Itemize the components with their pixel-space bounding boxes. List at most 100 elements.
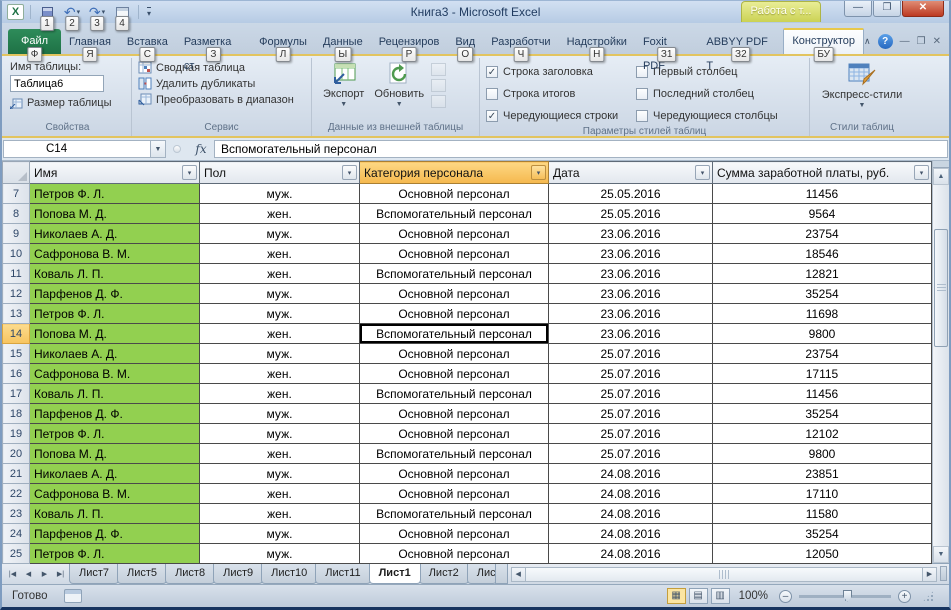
cell-name[interactable]: Попова М. Д.: [29, 443, 200, 464]
tab-Разработчи[interactable]: Разработчи Ч: [483, 30, 558, 62]
cell-sum[interactable]: 9564: [712, 203, 932, 224]
horizontal-scrollbar[interactable]: ◀ ▶: [510, 566, 937, 582]
insert-function-icon[interactable]: fx: [188, 142, 214, 156]
tab-Надстройки[interactable]: Надстройки Н: [559, 30, 635, 62]
cell-date[interactable]: 25.07.2016: [548, 383, 713, 404]
cell-gender[interactable]: жен.: [199, 363, 360, 384]
cell-category[interactable]: Вспомогательный персонал: [359, 443, 549, 464]
tab-Вид[interactable]: Вид О: [447, 30, 483, 62]
row-header-7[interactable]: 7: [2, 183, 30, 204]
cell-date[interactable]: 25.05.2016: [548, 183, 713, 204]
cell-category[interactable]: Основной персонал: [359, 223, 549, 244]
checkbox-Чередующиеся столбцы[interactable]: Чередующиеся столбцы: [636, 107, 801, 124]
row-header-21[interactable]: 21: [2, 463, 30, 484]
cell-category[interactable]: Вспомогательный персонал: [359, 203, 549, 224]
convert-to-range-button[interactable]: Преобразовать в диапазон: [138, 93, 305, 106]
tab-Файл[interactable]: Файл Ф: [8, 29, 62, 62]
cell-date[interactable]: 23.06.2016: [548, 243, 713, 264]
sheet-tab-Лист[interactable]: Лист: [466, 564, 497, 584]
tab-Формулы[interactable]: Формулы Л: [251, 30, 315, 62]
previous-sheet-icon[interactable]: ◀: [21, 567, 36, 582]
cell-gender[interactable]: жен.: [199, 383, 360, 404]
cell-gender[interactable]: муж.: [199, 543, 360, 564]
formula-input[interactable]: Вспомогательный персонал: [214, 140, 948, 158]
row-header-12[interactable]: 12: [2, 283, 30, 304]
row-header-18[interactable]: 18: [2, 403, 30, 424]
cell-date[interactable]: 25.05.2016: [548, 203, 713, 224]
last-sheet-icon[interactable]: ▶|: [53, 567, 68, 582]
row-header-9[interactable]: 9: [2, 223, 30, 244]
minimize-button[interactable]: —: [844, 1, 872, 17]
collapse-ribbon-icon[interactable]: ∧: [864, 36, 871, 47]
cell-date[interactable]: 23.06.2016: [548, 223, 713, 244]
remove-duplicates-button[interactable]: Удалить дубликаты: [138, 77, 305, 90]
cell-name[interactable]: Сафронова В. М.: [29, 363, 200, 384]
checkbox-Строка заголовка[interactable]: ✓ Строка заголовка: [486, 63, 636, 80]
cell-name[interactable]: Николаев А. Д.: [29, 223, 200, 244]
sheet-tab-Лист11[interactable]: Лист11: [315, 564, 371, 584]
cell-name[interactable]: Коваль Л. П.: [29, 263, 200, 284]
tab-Вставка[interactable]: Вставка С: [119, 30, 176, 62]
cell-category[interactable]: Основной персонал: [359, 463, 549, 484]
row-header-17[interactable]: 17: [2, 383, 30, 404]
scroll-right-icon[interactable]: ▶: [922, 566, 937, 582]
export-button[interactable]: Экспорт ▼: [318, 61, 369, 110]
document-restore-icon[interactable]: ❐: [917, 36, 926, 47]
cell-sum[interactable]: 23754: [712, 223, 932, 244]
record-macro-icon[interactable]: [63, 589, 82, 603]
print-preview-button[interactable]: 4: [111, 3, 133, 31]
cell-gender[interactable]: жен.: [199, 263, 360, 284]
cell-date[interactable]: 24.08.2016: [548, 543, 713, 564]
sheet-tab-Лист1[interactable]: Лист1: [368, 564, 421, 584]
cell-category[interactable]: Основной персонал: [359, 523, 549, 544]
cell-category[interactable]: Основной персонал: [359, 183, 549, 204]
filter-icon[interactable]: ▾: [531, 165, 546, 180]
cell-sum[interactable]: 18546: [712, 243, 932, 264]
cell-sum[interactable]: 23851: [712, 463, 932, 484]
cell-gender[interactable]: муж.: [199, 523, 360, 544]
sheet-tab-Лист10[interactable]: Лист10: [261, 564, 318, 584]
cell-sum[interactable]: 12102: [712, 423, 932, 444]
cell-gender[interactable]: муж.: [199, 343, 360, 364]
checkbox-Последний столбец[interactable]: Последний столбец: [636, 85, 801, 102]
resize-grip[interactable]: [922, 589, 935, 603]
next-sheet-icon[interactable]: ▶: [37, 567, 52, 582]
cell-date[interactable]: 24.08.2016: [548, 483, 713, 504]
row-header-14[interactable]: 14: [2, 323, 30, 344]
row-header-24[interactable]: 24: [2, 523, 30, 544]
vertical-scrollbar-thumb[interactable]: [934, 229, 948, 347]
cell-name[interactable]: Парфенов Д. Ф.: [29, 403, 200, 424]
zoom-out-button[interactable]: –: [779, 589, 792, 603]
tab-ABBYY PDF T[interactable]: ABBYY PDF T З2: [698, 30, 783, 72]
close-button[interactable]: ✕: [902, 1, 944, 17]
column-header-3[interactable]: Категория персонала ▾: [359, 161, 549, 184]
filter-icon[interactable]: ▾: [342, 165, 357, 180]
tab-Рецензиров[interactable]: Рецензиров Р: [371, 30, 448, 62]
scroll-up-icon[interactable]: ▲: [933, 168, 949, 185]
cell-date[interactable]: 25.07.2016: [548, 403, 713, 424]
cell-date[interactable]: 25.07.2016: [548, 343, 713, 364]
checkbox-Чередующиеся строки[interactable]: ✓ Чередующиеся строки: [486, 107, 636, 124]
cell-category[interactable]: Основной персонал: [359, 343, 549, 364]
column-header-1[interactable]: Имя ▾: [29, 161, 200, 184]
cell-name[interactable]: Парфенов Д. Ф.: [29, 523, 200, 544]
cell-category[interactable]: Основной персонал: [359, 303, 549, 324]
cell-name[interactable]: Коваль Л. П.: [29, 383, 200, 404]
cell-category[interactable]: Основной персонал: [359, 363, 549, 384]
cell-gender[interactable]: жен.: [199, 323, 360, 344]
row-header-11[interactable]: 11: [2, 263, 30, 284]
row-header-10[interactable]: 10: [2, 243, 30, 264]
column-header-5[interactable]: Сумма заработной платы, руб. ▾: [712, 161, 932, 184]
row-header-13[interactable]: 13: [2, 303, 30, 324]
cell-date[interactable]: 25.07.2016: [548, 363, 713, 384]
cell-sum[interactable]: 35254: [712, 403, 932, 424]
cell-gender[interactable]: муж.: [199, 463, 360, 484]
undo-button[interactable]: ↶ ▾ 2: [61, 3, 83, 31]
cell-sum[interactable]: 11698: [712, 303, 932, 324]
cell-gender[interactable]: жен.: [199, 203, 360, 224]
save-button[interactable]: 1: [36, 3, 58, 31]
scrollbar-split-handle[interactable]: [933, 161, 949, 168]
cell-category[interactable]: Основной персонал: [359, 283, 549, 304]
name-box-dropdown-icon[interactable]: ▼: [151, 140, 166, 158]
filter-icon[interactable]: ▾: [695, 165, 710, 180]
